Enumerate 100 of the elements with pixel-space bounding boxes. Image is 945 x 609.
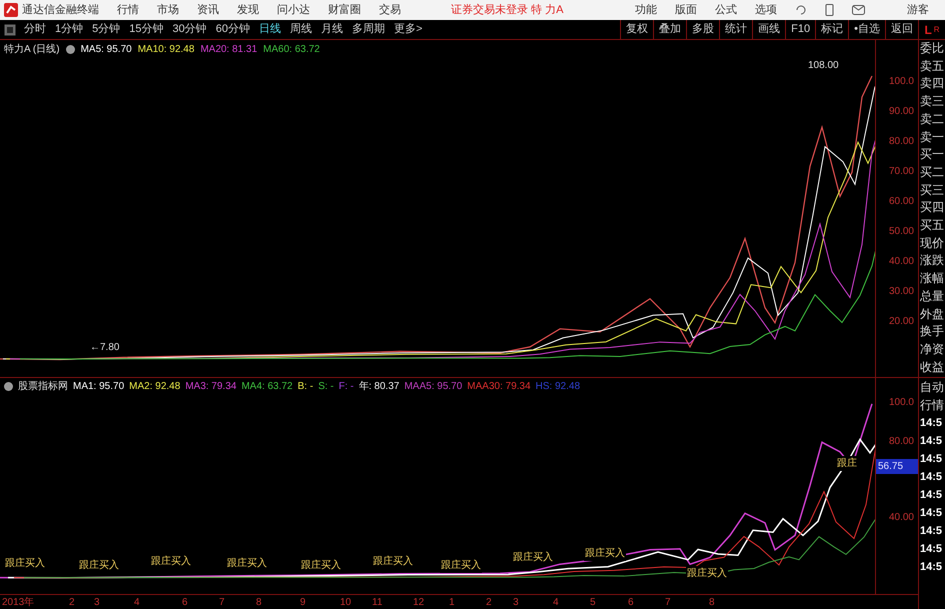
menu-item[interactable]: 行情 [117, 2, 139, 18]
period-tab[interactable]: 月线 [321, 21, 343, 38]
menu-item[interactable]: 资讯 [197, 2, 219, 18]
axis-label: 40.00 [888, 255, 914, 269]
quote-label: 卖五 [919, 58, 945, 75]
menu-item[interactable]: 选项 [755, 2, 777, 18]
menu-item[interactable]: 交易 [379, 2, 401, 18]
tick-time: 14:5 [919, 434, 944, 449]
toolbar-button[interactable]: 标记 [815, 20, 848, 40]
period-tab[interactable]: 5分钟 [92, 21, 120, 38]
tick-time: 14:5 [919, 524, 944, 539]
toolbar-button[interactable]: 叠加 [653, 20, 686, 40]
period-tab[interactable]: 更多> [394, 21, 422, 38]
toolbar-button[interactable]: 统计 [719, 20, 752, 40]
axis-label: 60.00 [888, 195, 914, 209]
legend-item: MA60: 63.72 [263, 43, 320, 57]
toolbar-button[interactable]: •自选 [848, 20, 885, 40]
period-tab[interactable]: 60分钟 [216, 21, 250, 38]
axis-label: 80.00 [888, 435, 915, 449]
mail-icon[interactable] [852, 5, 865, 15]
tick-time: 14:5 [919, 506, 944, 521]
axis-label: 100.0 [888, 75, 914, 89]
period-tab[interactable]: 分时 [24, 21, 46, 38]
quote-label: 买三 [919, 182, 945, 199]
app-name: 通达信金融终端 [22, 2, 99, 18]
quote-label: 买五 [919, 217, 945, 234]
date-axis-label: 8 [256, 596, 262, 609]
date-axis-label: 3 [513, 596, 519, 609]
quote-label: 自动 [919, 379, 945, 396]
date-axis-label: 8 [709, 596, 715, 609]
quote-label: 卖二 [919, 110, 945, 128]
quote-label: 委比 [919, 40, 945, 57]
tick-time: 14:5 [919, 542, 944, 557]
legend-item: S: - [318, 380, 334, 394]
menu-item[interactable]: 市场 [157, 2, 179, 18]
period-tab[interactable]: 周线 [290, 21, 312, 38]
chart-title: 特力A (日线) [4, 42, 60, 57]
axis-label: 70.00 [888, 165, 914, 179]
axis-label: 90.00 [888, 105, 914, 119]
date-axis-label: 10 [340, 596, 352, 609]
axis-label: 30.00 [888, 285, 914, 299]
menu-item[interactable]: 财富圈 [328, 2, 361, 18]
quote-label: 现价 [919, 234, 945, 252]
date-axis-label: 6 [182, 596, 188, 609]
tick-time: 14:5 [919, 560, 944, 575]
legend-item: MA1: 95.70 [73, 380, 124, 394]
axis-label: 80.00 [888, 135, 914, 149]
user-name[interactable]: 游客 [907, 2, 929, 18]
high-price-label: 108.00 [808, 59, 839, 73]
tick-time: 14:5 [919, 470, 944, 485]
quote-label: 买二 [919, 164, 945, 181]
date-axis-label: 2 [69, 596, 75, 609]
date-axis-label: 2013年 [2, 596, 34, 609]
date-axis-label: 4 [134, 596, 140, 609]
legend-item: MAA5: 95.70 [404, 380, 462, 394]
period-tab[interactable]: 日线 [259, 21, 281, 38]
login-status: 证券交易未登录 特 力A [451, 2, 564, 18]
legend-item: MA2: 92.48 [129, 380, 180, 394]
period-tab[interactable]: 1分钟 [55, 21, 84, 38]
panel-toggle-icon[interactable] [4, 24, 16, 36]
quote-label: 换手 [919, 323, 945, 340]
axis-label: 50.00 [888, 225, 914, 239]
menu-item[interactable]: 功能 [635, 2, 657, 18]
period-tab[interactable]: 30分钟 [172, 21, 207, 38]
quote-label: 买四 [919, 199, 945, 216]
quote-label: 净资 [919, 340, 945, 358]
legend-item: B: - [298, 380, 314, 394]
legend-item: MA10: 92.48 [138, 43, 194, 57]
date-axis-label: 11 [372, 596, 382, 609]
quote-label: 行情 [919, 397, 945, 414]
toolbar-button[interactable]: 复权 [620, 20, 654, 40]
menu-item[interactable]: 发现 [237, 2, 259, 18]
quote-label: 收益 [919, 358, 945, 376]
toolbar-button[interactable]: 返回 [885, 20, 918, 40]
date-axis-label: 7 [665, 596, 671, 609]
legend-item: MAA30: 79.34 [467, 380, 531, 394]
toolbar-button[interactable]: F10 [785, 20, 816, 40]
date-axis-label: 12 [413, 596, 424, 609]
phone-icon[interactable] [825, 4, 834, 16]
corner-label: R [934, 24, 940, 36]
refresh-icon[interactable] [795, 4, 807, 16]
menu-item[interactable]: 公式 [715, 2, 737, 18]
axis-label: 100.0 [888, 396, 915, 410]
quote-label: 买一 [919, 146, 945, 164]
menu-item[interactable]: 问小达 [277, 2, 310, 18]
quote-label: 涨跌 [919, 252, 945, 270]
toolbar-button[interactable]: 画线 [752, 20, 786, 40]
menu-item[interactable]: 版面 [675, 2, 697, 18]
legend-item: HS: 92.48 [536, 380, 580, 394]
period-tab[interactable]: 多周期 [352, 21, 385, 38]
period-tab[interactable]: 15分钟 [129, 21, 164, 38]
date-axis-label: 9 [300, 596, 306, 609]
signal-label: 跟庄 [836, 456, 858, 471]
legend-item: MA5: 95.70 [80, 43, 132, 57]
quote-label: 外盘 [919, 306, 945, 323]
current-value-tag: 56.75 [876, 459, 918, 474]
date-axis-label: 4 [553, 596, 559, 609]
date-axis-label: 6 [628, 596, 634, 609]
toolbar-button[interactable]: 多股 [686, 20, 720, 40]
axis-label: 20.00 [888, 315, 914, 329]
